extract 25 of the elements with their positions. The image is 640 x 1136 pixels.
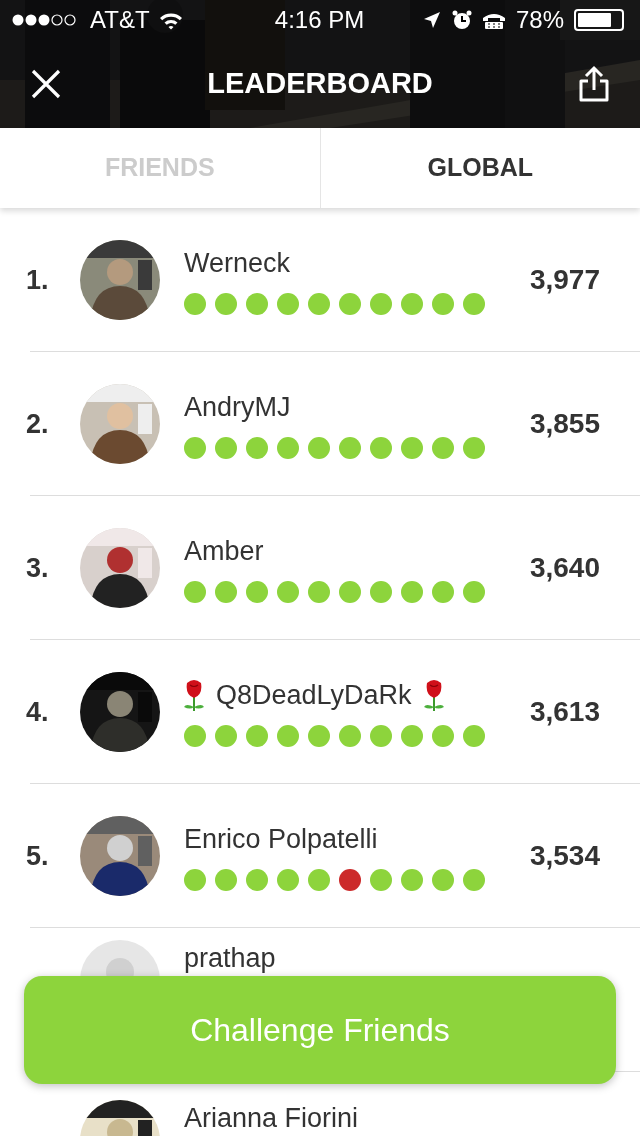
score: 3,613 [529,695,601,729]
player-name: Q8DeadLyDaRk [216,678,412,712]
rank-number: 1. [25,263,50,297]
score: 3,534 [529,839,601,873]
rank-number: 2. [25,407,50,441]
player-name: Werneck [184,246,291,280]
player-name: AndryMJ [184,390,291,424]
player-name: Amber [184,534,264,568]
challenge-friends-button[interactable]: Challenge Friends [24,976,616,1084]
rank-number: 4. [25,695,50,729]
tab[interactable]: GLOBAL [319,128,640,208]
screen-title: LEADERBOARD [207,66,433,102]
alarm-clock-icon [451,10,472,30]
player-name: Enrico Polpatelli [184,822,378,856]
rank-number: 5. [25,839,50,873]
score: 3,977 [529,263,601,297]
battery-percent: 78% [515,5,564,35]
score: 3,640 [529,551,601,585]
battery-icon [574,9,624,31]
score: 3,855 [529,407,601,441]
player-name: prathap [184,941,276,975]
carrier-name: AT&T [90,5,150,35]
player-name: Arianna Fiorini [184,1101,359,1135]
clock-time: 4:16 PM [273,5,366,35]
rank-number: 3. [25,551,50,585]
